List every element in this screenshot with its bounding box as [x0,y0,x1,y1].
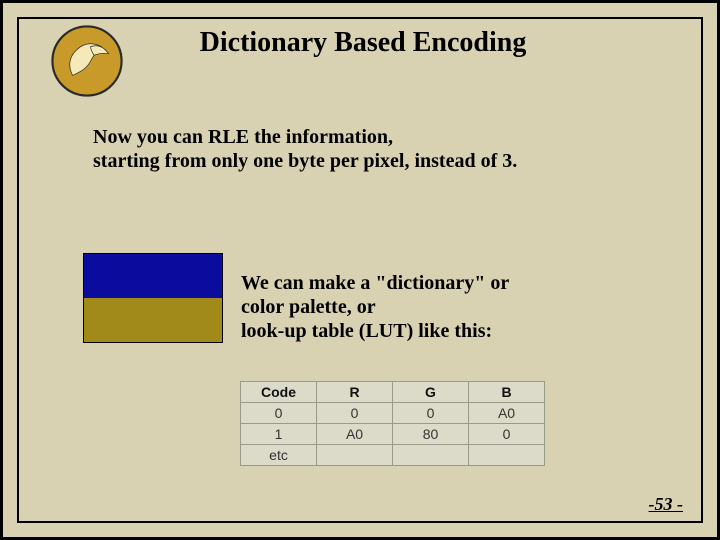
table-row: 0 0 0 A0 [241,403,545,424]
cell: A0 [317,424,393,445]
cell: etc [241,445,317,466]
table-row: 1 A0 80 0 [241,424,545,445]
cell: 0 [393,403,469,424]
color-swatch [83,253,223,343]
col-code: Code [241,382,317,403]
table-row: etc [241,445,545,466]
cell [393,445,469,466]
cell [317,445,393,466]
cell [469,445,545,466]
cell: 0 [317,403,393,424]
table-header-row: Code R G B [241,382,545,403]
cell: 0 [469,424,545,445]
slide-frame: Dictionary Based Encoding Now you can RL… [0,0,720,540]
col-r: R [317,382,393,403]
col-g: G [393,382,469,403]
cell: 80 [393,424,469,445]
swatch-olive [84,298,222,342]
cell: 0 [241,403,317,424]
cell: A0 [469,403,545,424]
paragraph-dictionary: We can make a "dictionary" orcolor palet… [241,271,641,343]
lut-table: Code R G B 0 0 0 A0 1 A0 80 0 etc [240,381,545,466]
cell: 1 [241,424,317,445]
col-b: B [469,382,545,403]
paragraph-rle: Now you can RLE the information,starting… [93,125,633,173]
page-number: -53 - [649,494,684,515]
slide-title: Dictionary Based Encoding [3,27,720,59]
swatch-blue [84,254,222,298]
